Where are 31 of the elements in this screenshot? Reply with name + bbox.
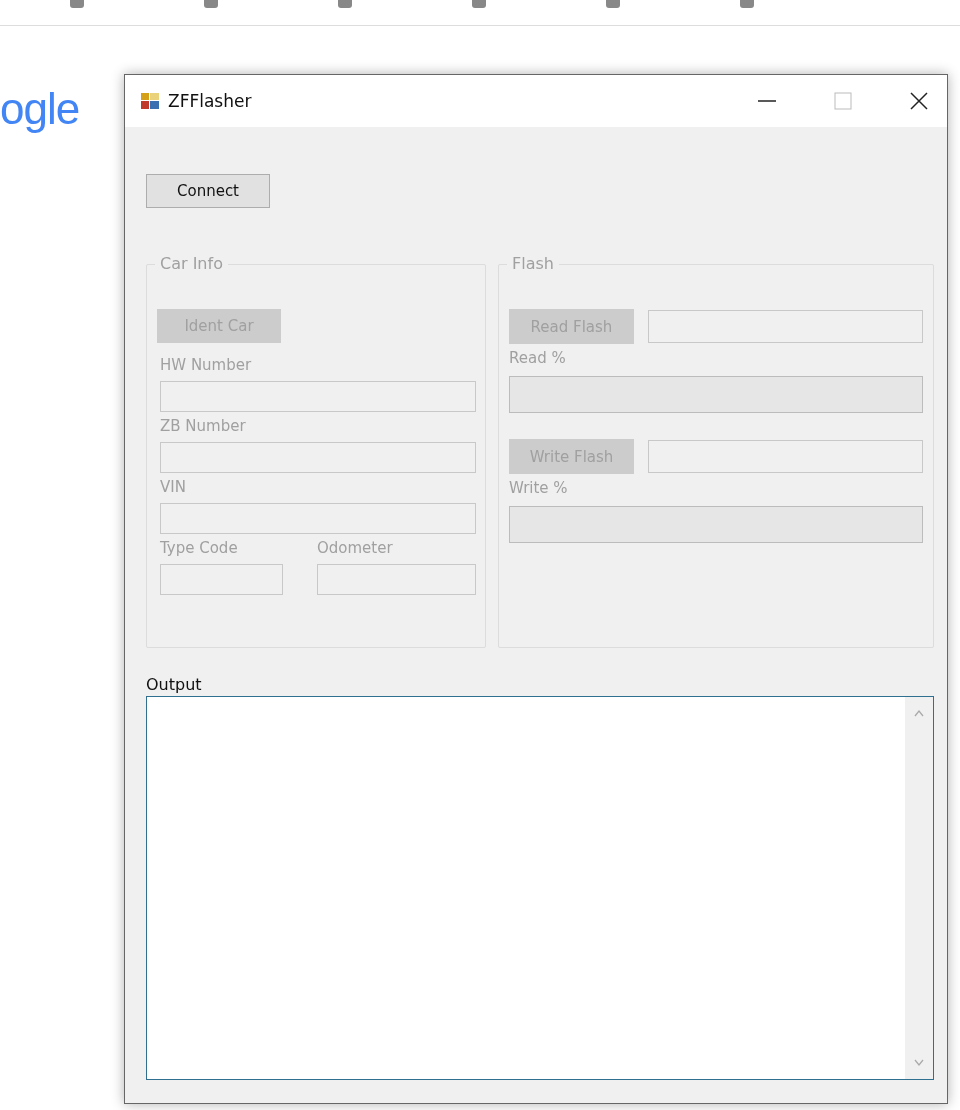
bookmark-icon[interactable] — [70, 0, 84, 8]
input-field[interactable] — [160, 564, 283, 595]
progress-label: Write % — [509, 478, 569, 498]
field-label: Odometer — [317, 538, 394, 558]
input-field[interactable] — [648, 440, 923, 473]
field-label: Type Code — [160, 538, 239, 558]
scroll-up-icon[interactable] — [914, 709, 924, 717]
bookmark-icon[interactable] — [204, 0, 218, 8]
field-label: VIN — [160, 477, 187, 497]
bookmark-icon[interactable] — [740, 0, 754, 8]
input-field[interactable] — [160, 381, 476, 412]
input-field[interactable] — [160, 503, 476, 534]
app-icon — [140, 92, 160, 110]
input-field[interactable] — [160, 442, 476, 473]
bookmark-icon[interactable] — [338, 0, 352, 8]
input-field[interactable] — [317, 564, 476, 595]
scroll-down-icon[interactable] — [914, 1059, 924, 1067]
field-label: HW Number — [160, 355, 253, 375]
progress-label: Read % — [509, 348, 567, 368]
output-textbox[interactable] — [146, 696, 934, 1080]
connect-button[interactable]: Connect — [146, 174, 270, 208]
bookmark-icon[interactable] — [472, 0, 486, 8]
output-label: Output — [146, 674, 203, 696]
field-label: ZB Number — [160, 416, 247, 436]
close-icon[interactable] — [909, 91, 929, 111]
scrollbar[interactable] — [905, 697, 933, 1079]
input-field[interactable] — [648, 310, 923, 343]
window-title: ZFFlasher — [168, 91, 252, 111]
maximize-icon[interactable] — [833, 91, 853, 111]
logo-text: ogle — [0, 84, 80, 134]
bookmark-icon[interactable] — [606, 0, 620, 8]
